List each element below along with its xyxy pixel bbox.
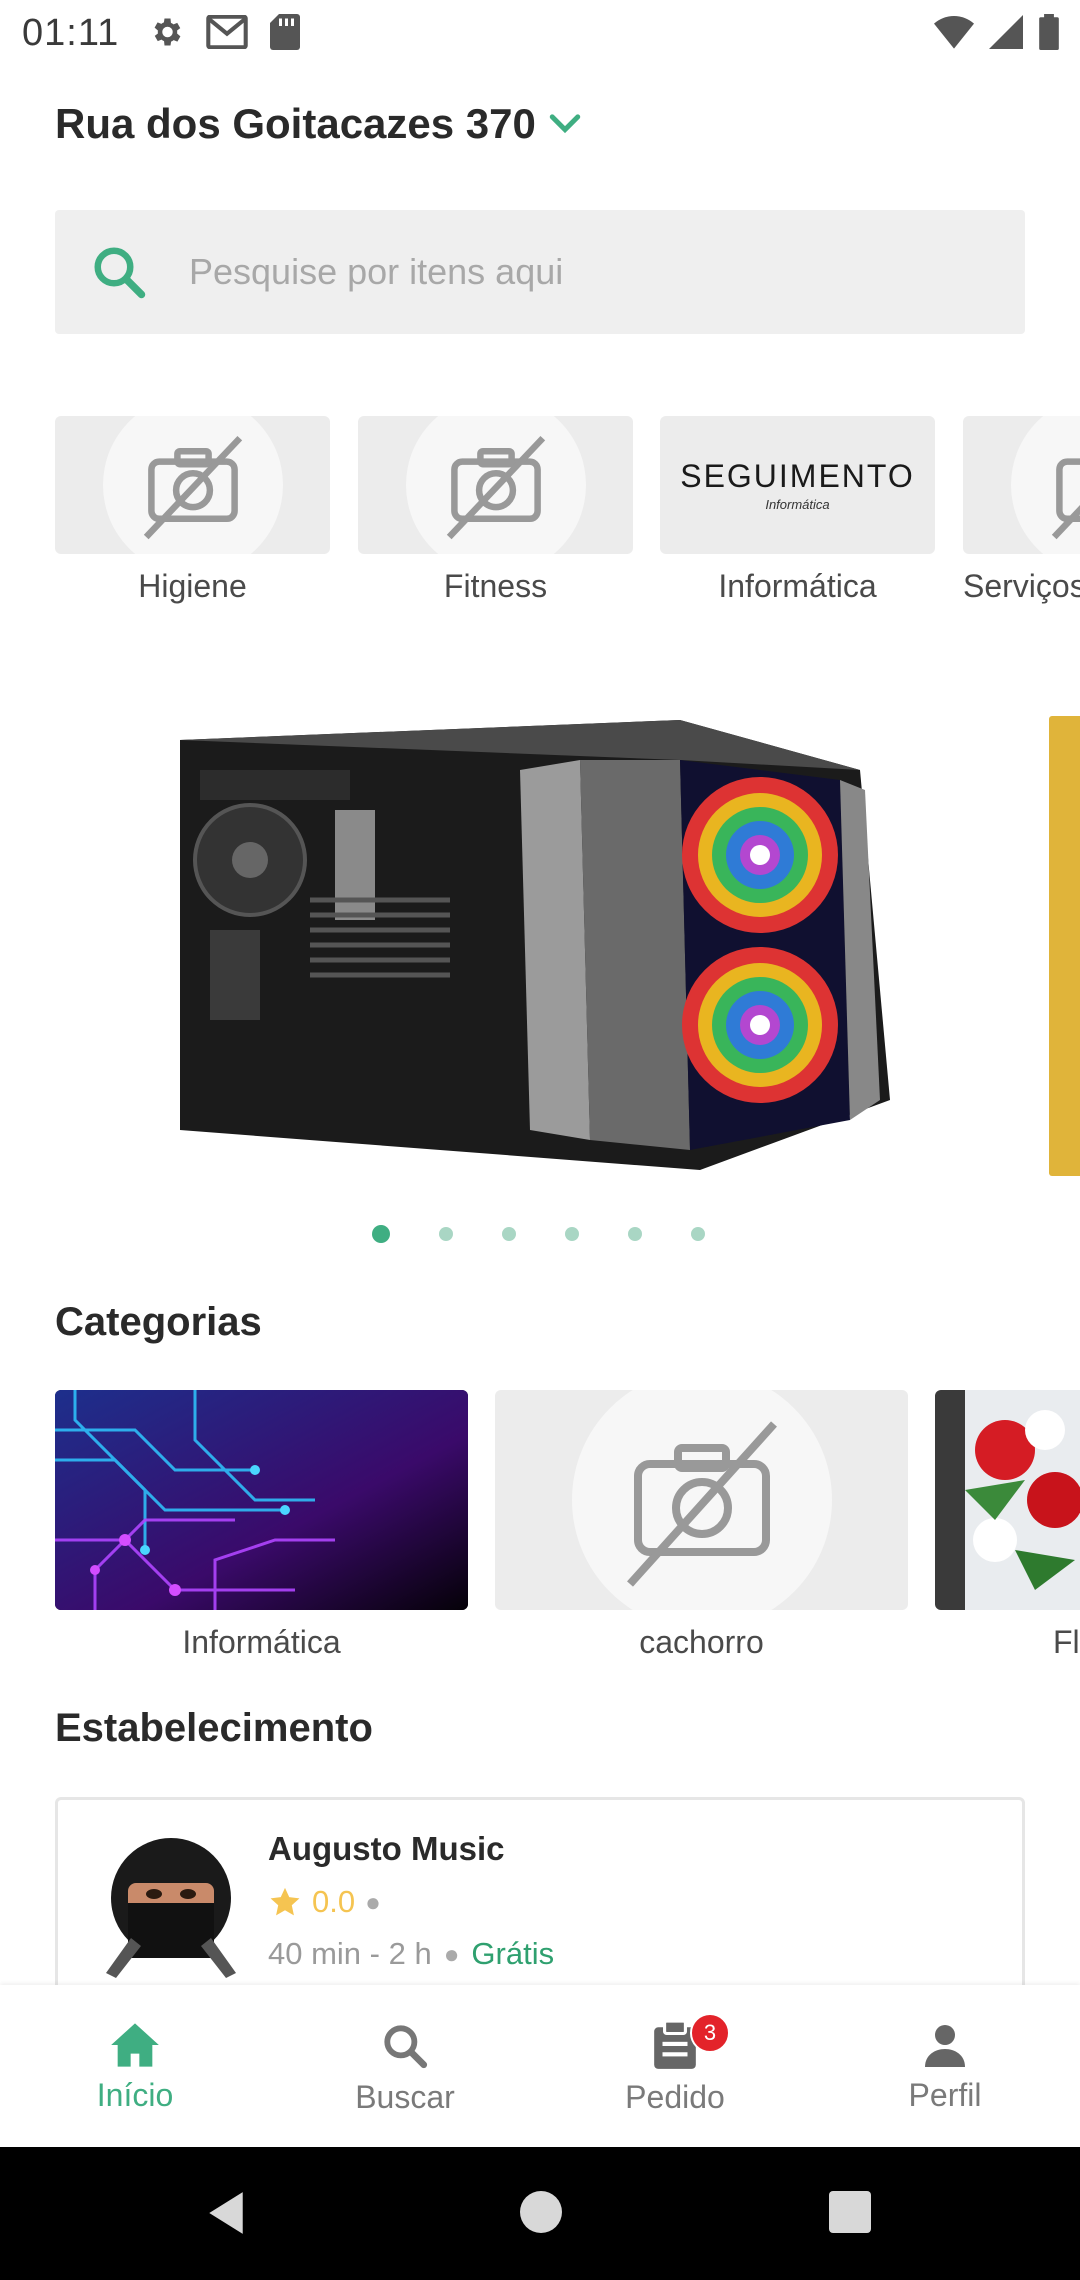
no-image-icon (102, 416, 283, 554)
separator-dot: ● (365, 1886, 381, 1917)
orders-badge: 3 (690, 2013, 730, 2053)
star-icon (270, 1887, 300, 1916)
establishment-delivery-info: 40 min - 2 h ● Grátis (268, 1936, 554, 1972)
carousel-dot[interactable] (565, 1227, 579, 1241)
seguimento-logo: SEGUIMENTO Informática (660, 416, 935, 554)
no-image-icon (1011, 416, 1080, 554)
separator-dot: ● (443, 1938, 460, 1969)
store-item-servicos[interactable]: Serviços (963, 416, 1080, 605)
establishment-card[interactable]: Augusto Music 0.0 ● 40 min - 2 h ● Gráti… (55, 1797, 1025, 2017)
battery-icon (1039, 14, 1059, 50)
back-icon[interactable] (205, 2190, 247, 2236)
search-bar[interactable] (55, 210, 1025, 334)
store-thumbnail (358, 416, 633, 554)
status-bar: 01:11 (0, 0, 1080, 66)
rating-value: 0.0 (312, 1884, 356, 1919)
establishment-rating: 0.0 ● (268, 1884, 381, 1920)
store-label: Higiene (138, 568, 247, 604)
status-notifications (148, 14, 300, 50)
nav-label: Perfil (908, 2077, 982, 2113)
promo-carousel[interactable] (0, 700, 1080, 1180)
carousel-indicator (372, 1225, 705, 1243)
nav-label: Início (96, 2077, 174, 2113)
store-label: Informática (718, 568, 877, 604)
category-label: Informática (182, 1624, 341, 1660)
sd-card-icon (270, 14, 300, 50)
carousel-dot[interactable] (372, 1225, 390, 1243)
signal-icon (989, 15, 1023, 49)
category-label: cachorro (639, 1624, 764, 1660)
flowers-image (935, 1390, 1080, 1610)
nav-label: Pedido (625, 2079, 725, 2115)
status-system-icons (934, 14, 1060, 50)
categories-title: Categorias (55, 1300, 262, 1344)
status-time: 01:11 (22, 12, 120, 54)
no-image-icon (405, 416, 586, 554)
home-icon (111, 2023, 159, 2067)
delivery-fee: Grátis (471, 1936, 555, 1971)
no-image-icon (571, 1390, 832, 1610)
search-input[interactable] (189, 251, 969, 293)
next-banner-peek[interactable] (1049, 716, 1080, 1176)
logo-title: SEGUIMENTO (680, 458, 915, 494)
gmail-icon (206, 15, 248, 49)
chevron-down-icon (549, 114, 581, 134)
stores-row[interactable]: Higiene Fitness SEGUIMENTO Informática I… (55, 416, 1080, 616)
store-label: Serviços (963, 568, 1080, 604)
system-nav-bar (0, 2147, 1080, 2280)
search-icon (384, 2025, 428, 2069)
nav-perfil[interactable]: Perfil (810, 1985, 1080, 2147)
carousel-dot[interactable] (628, 1227, 642, 1241)
categories-row[interactable]: Informática cachorro Fl (55, 1390, 1080, 1670)
store-thumbnail (55, 416, 330, 554)
wifi-icon (934, 16, 974, 49)
ninja-avatar (106, 1838, 236, 1978)
carousel-dot[interactable] (439, 1227, 453, 1241)
bottom-navigation: Início Buscar 3 Pedido Perfil (0, 1985, 1080, 2147)
category-item-informatica[interactable]: Informática (55, 1390, 468, 1661)
nav-label: Buscar (355, 2079, 455, 2115)
carousel-dot[interactable] (502, 1227, 516, 1241)
profile-icon (925, 2025, 965, 2067)
nav-buscar[interactable]: Buscar (270, 1985, 540, 2147)
delivery-time: 40 min - 2 h (268, 1936, 432, 1971)
establishments-title: Estabelecimento (55, 1706, 373, 1750)
recent-apps-button[interactable] (829, 2191, 871, 2233)
store-thumbnail (963, 416, 1080, 554)
address-selector[interactable]: Rua dos Goitacazes 370 (55, 100, 582, 148)
store-item-higiene[interactable]: Higiene (55, 416, 330, 605)
nav-inicio[interactable]: Início (0, 1985, 270, 2147)
store-item-fitness[interactable]: Fitness (358, 416, 633, 605)
establishment-name: Augusto Music (268, 1830, 505, 1867)
settings-icon (154, 18, 181, 46)
nav-pedido[interactable]: 3 Pedido (540, 1985, 810, 2147)
store-item-informatica[interactable]: SEGUIMENTO Informática Informática (660, 416, 935, 605)
category-image-placeholder (495, 1390, 908, 1610)
category-item-cachorro[interactable]: cachorro (495, 1390, 908, 1661)
store-label: Fitness (443, 568, 548, 604)
address-label: Rua dos Goitacazes 370 (55, 100, 536, 147)
search-icon (94, 247, 146, 299)
carousel-dot[interactable] (691, 1227, 705, 1241)
pc-case-banner-image[interactable] (120, 700, 920, 1170)
category-label: Fl (1053, 1624, 1080, 1660)
logo-subtitle: Informática (765, 497, 830, 512)
circuit-board-image (55, 1390, 468, 1610)
category-item-flores[interactable]: Fl (935, 1390, 1080, 1661)
home-button[interactable] (520, 2191, 562, 2233)
